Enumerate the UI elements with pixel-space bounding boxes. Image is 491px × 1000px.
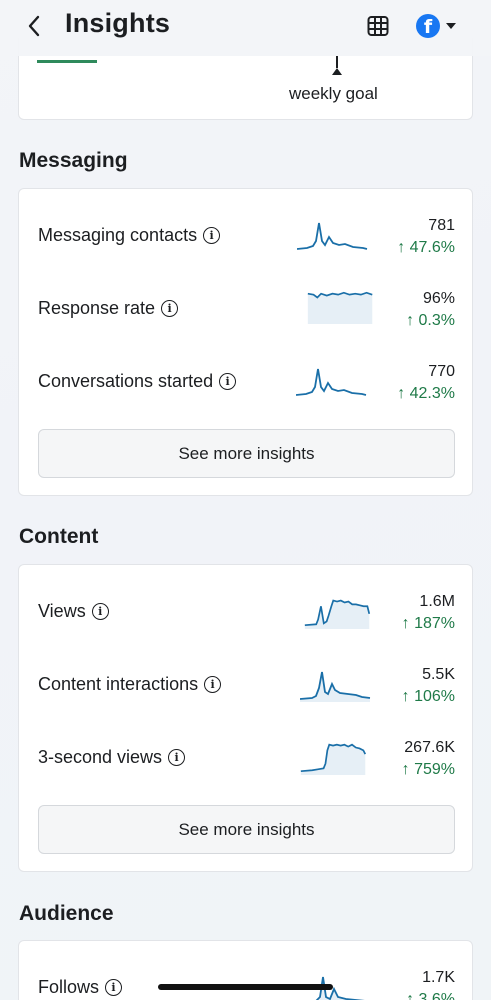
metric-row[interactable]: Conversations started i 770 ↑ 42.3%	[19, 355, 474, 415]
metric-row[interactable]: Messaging contacts i 781 ↑ 47.6%	[19, 209, 474, 269]
metric-change: ↑ 759%	[401, 761, 455, 778]
metric-change: ↑ 3.6%	[406, 991, 455, 1000]
caret-down-icon	[446, 23, 456, 29]
metric-label: Messaging contacts i	[38, 225, 221, 246]
goal-marker-arrow-icon	[332, 68, 342, 75]
metric-value: 5.5K	[422, 666, 455, 683]
chevron-left-icon	[28, 15, 40, 37]
sparkline-messaging-contacts	[297, 222, 368, 250]
see-more-insights-button[interactable]: See more insights	[38, 805, 455, 854]
home-indicator[interactable]	[158, 984, 333, 990]
metric-label: Content interactions i	[38, 674, 222, 695]
goal-label: weekly goal	[289, 84, 378, 103]
metric-row[interactable]: Views i 1.6M ↑ 187%	[19, 585, 474, 645]
goal-progress-bar	[37, 60, 97, 63]
metric-label: Follows i	[38, 977, 123, 998]
section-title-messaging: Messaging	[19, 149, 128, 172]
metric-value: 1.7K	[422, 969, 455, 986]
metric-row[interactable]: Response rate i 96% ↑ 0.3%	[19, 282, 474, 342]
sparkline-response-rate	[307, 291, 373, 324]
metric-change: ↑ 187%	[401, 615, 455, 632]
facebook-icon: f	[416, 14, 440, 38]
info-icon[interactable]: i	[161, 300, 179, 317]
metric-value: 96%	[422, 290, 455, 307]
metric-label: Views i	[38, 601, 109, 622]
see-more-insights-button[interactable]: See more insights	[38, 429, 455, 478]
metric-label: 3-second views i	[38, 747, 186, 768]
sparkline-content-interactions	[300, 671, 371, 702]
section-title-content: Content	[19, 525, 99, 548]
metric-value: 770	[428, 363, 455, 380]
content-card: Views i 1.6M ↑ 187% Content interactions…	[18, 564, 473, 872]
page-title: Insights	[65, 8, 171, 38]
metric-value: 267.6K	[404, 739, 455, 756]
metric-row[interactable]: 3-second views i 267.6K ↑ 759%	[19, 731, 474, 791]
metric-value: 781	[428, 217, 455, 234]
audience-card: Follows i 1.7K ↑ 3.6%	[18, 940, 473, 1000]
table-icon	[367, 16, 389, 36]
metric-label: Conversations started i	[38, 371, 237, 392]
metric-change: ↑ 42.3%	[397, 385, 455, 402]
sparkline-conversations-started	[296, 368, 367, 396]
info-icon[interactable]: i	[203, 227, 221, 244]
info-icon[interactable]: i	[91, 603, 109, 620]
back-button[interactable]	[22, 14, 46, 38]
section-title-audience: Audience	[19, 902, 114, 925]
info-icon[interactable]: i	[204, 676, 222, 693]
metric-row[interactable]: Follows i 1.7K ↑ 3.6%	[19, 961, 474, 1000]
metric-label: Response rate i	[38, 298, 179, 319]
metric-change: ↑ 0.3%	[406, 312, 455, 329]
metric-row[interactable]: Content interactions i 5.5K ↑ 106%	[19, 658, 474, 718]
sparkline-3-second-views	[300, 743, 367, 775]
metric-change: ↑ 47.6%	[397, 239, 455, 256]
info-icon[interactable]: i	[105, 979, 123, 996]
messaging-card: Messaging contacts i 781 ↑ 47.6% Respons…	[18, 188, 473, 496]
metric-value: 1.6M	[419, 593, 455, 610]
info-icon[interactable]: i	[219, 373, 237, 390]
metric-change: ↑ 106%	[401, 688, 455, 705]
table-view-button[interactable]	[366, 14, 390, 38]
goal-marker	[336, 56, 338, 68]
top-bar: Insights f	[0, 0, 491, 56]
account-switcher[interactable]: f	[416, 13, 464, 39]
info-icon[interactable]: i	[168, 749, 186, 766]
sparkline-views	[304, 599, 371, 629]
